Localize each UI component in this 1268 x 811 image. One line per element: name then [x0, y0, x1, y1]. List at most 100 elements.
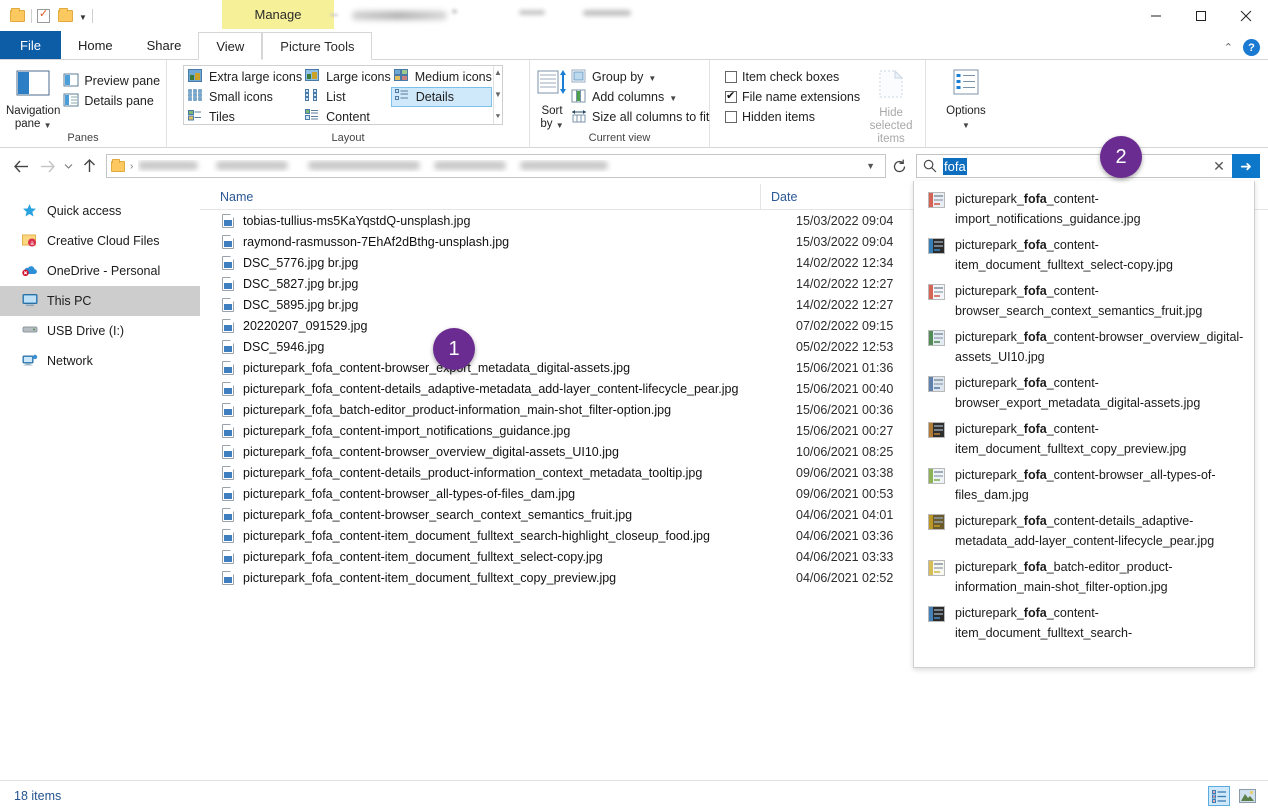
list-item[interactable]: picturepark_fofa_content-details_adaptiv… — [914, 509, 1254, 555]
back-button[interactable] — [8, 153, 34, 179]
options-button[interactable]: Options ▼ — [932, 65, 1000, 131]
file-name: picturepark_fofa_content-item_document_f… — [243, 549, 603, 564]
list-item[interactable]: picturepark_fofa_content-browser_overvie… — [914, 325, 1254, 371]
item-check-boxes-option[interactable]: Item check boxes — [722, 67, 863, 87]
layout-details-label: Details — [415, 90, 454, 104]
address-dropdown-icon[interactable]: ▼ — [860, 161, 881, 171]
details-icon — [394, 89, 411, 105]
layout-gallery-scrollbar[interactable]: ▲ ▼ ⯆ — [492, 66, 502, 124]
group-by-caret-icon[interactable]: ▼ — [648, 74, 656, 83]
help-icon[interactable]: ? — [1243, 39, 1260, 56]
star-icon — [22, 203, 38, 219]
address-path-redacted — [138, 160, 860, 172]
usb-drive-icon — [22, 323, 38, 339]
layout-list[interactable]: List — [302, 87, 391, 107]
list-item[interactable]: picturepark_fofa_content-browser_all-typ… — [914, 463, 1254, 509]
ribbon-tabs: File Home Share View Picture Tools ⌃ ? — [0, 31, 1268, 60]
layout-extra-large-icons[interactable]: Extra large icons — [185, 67, 302, 87]
layout-large-icons[interactable]: Large icons — [302, 67, 391, 87]
scroll-down-icon[interactable]: ▼ — [494, 90, 502, 99]
refresh-button[interactable] — [886, 153, 912, 179]
tab-picture-tools[interactable]: Picture Tools — [262, 32, 373, 60]
hide-selected-items-icon — [874, 68, 908, 104]
sidebar-item-usb-drive[interactable]: USB Drive (I:) — [0, 316, 200, 346]
hide-selected-items-label: Hide selected items — [869, 107, 913, 145]
file-name-extensions-checkbox[interactable] — [725, 89, 737, 103]
up-button[interactable] — [76, 153, 102, 179]
group-by-button[interactable]: Group by ▼ — [568, 67, 712, 87]
quick-access-toolbar: ▼ — [0, 0, 93, 32]
image-thumb-icon — [928, 238, 945, 254]
forward-button[interactable] — [34, 153, 60, 179]
hidden-items-option[interactable]: Hidden items — [722, 107, 863, 127]
sort-by-button[interactable]: Sort by ▼ — [536, 65, 568, 131]
maximize-icon[interactable] — [1178, 0, 1223, 32]
search-input[interactable]: fofa — [943, 157, 1206, 175]
sidebar-item-creative-cloud-files[interactable]: a Creative Cloud Files — [0, 226, 200, 256]
list-item[interactable]: picturepark_fofa_content-item_document_f… — [914, 233, 1254, 279]
layout-content[interactable]: Content — [302, 107, 391, 127]
list-item[interactable]: picturepark_fofa_content-import_notifica… — [914, 187, 1254, 233]
layout-tiles[interactable]: Tiles — [185, 107, 302, 127]
close-icon[interactable] — [1223, 0, 1268, 32]
layout-medium-icons-label: Medium icons — [414, 70, 492, 84]
tab-view[interactable]: View — [198, 32, 263, 60]
ribbon-group-options-label — [926, 131, 1006, 148]
scroll-more-icon[interactable]: ⯆ — [495, 112, 501, 122]
file-name: picturepark_fofa_content-browser_all-typ… — [243, 486, 576, 501]
sidebar-item-this-pc-label: This PC — [47, 294, 92, 308]
list-item[interactable]: picturepark_fofa_content-browser_search_… — [914, 279, 1254, 325]
hidden-items-checkbox[interactable] — [725, 111, 737, 123]
layout-small-icons[interactable]: Small icons — [185, 87, 302, 107]
list-item[interactable]: picturepark_fofa_content-item_document_f… — [914, 417, 1254, 463]
sidebar-item-this-pc[interactable]: This PC — [0, 286, 200, 316]
large-icons-icon — [305, 69, 321, 85]
add-columns-button[interactable]: Add columns ▼ — [568, 87, 712, 107]
jpg-file-icon — [222, 213, 234, 228]
image-thumb-icon — [928, 330, 945, 346]
folder-icon[interactable] — [10, 8, 26, 24]
size-all-columns-button[interactable]: Size all columns to fit — [568, 107, 712, 127]
details-pane-button[interactable]: Details pane — [60, 91, 163, 111]
item-count-label: 18 items — [14, 789, 62, 803]
address-input[interactable]: › ▼ — [106, 154, 886, 178]
add-columns-caret-icon[interactable]: ▼ — [669, 94, 677, 103]
sidebar-item-network[interactable]: Network — [0, 346, 200, 376]
tab-share[interactable]: Share — [130, 31, 199, 59]
search-go-button[interactable]: ➜ — [1232, 154, 1260, 178]
scroll-up-icon[interactable]: ▲ — [494, 68, 502, 77]
column-header-name[interactable]: Name — [200, 190, 760, 204]
tab-file[interactable]: File — [0, 31, 61, 59]
layout-extra-large-icons-label: Extra large icons — [209, 70, 303, 84]
options-label: Options — [946, 105, 986, 117]
details-view-button[interactable] — [1208, 786, 1230, 806]
large-icons-view-button[interactable] — [1236, 786, 1258, 806]
search-clear-icon[interactable]: ✕ — [1206, 158, 1232, 175]
sidebar-item-onedrive-personal[interactable]: OneDrive - Personal — [0, 256, 200, 286]
minimize-icon[interactable] — [1133, 0, 1178, 32]
search-box[interactable]: fofa ✕ ➜ — [916, 154, 1260, 178]
options-caret-icon[interactable]: ▼ — [962, 119, 970, 132]
customize-caret-icon[interactable]: ▼ — [79, 14, 87, 22]
item-check-boxes-checkbox[interactable] — [725, 71, 737, 83]
list-item[interactable]: picturepark_fofa_content-item_document_f… — [914, 601, 1254, 647]
layout-details[interactable]: Details — [390, 87, 492, 107]
file-name-extensions-option[interactable]: File name extensions — [722, 87, 863, 107]
list-item[interactable]: picturepark_fofa_content-browser_export_… — [914, 371, 1254, 417]
image-thumb-icon — [928, 514, 945, 530]
navigation-pane-button[interactable]: Navigation pane ▼ — [6, 65, 60, 131]
suggestion-text: picturepark_fofa_content-browser_export_… — [955, 376, 1201, 410]
collapse-ribbon-icon[interactable]: ⌃ — [1224, 41, 1233, 54]
preview-pane-button[interactable]: Preview pane — [60, 71, 163, 91]
window-title-redacted — [330, 4, 631, 26]
recent-locations-icon[interactable] — [60, 153, 76, 179]
list-item[interactable]: picturepark_fofa_batch-editor_product-in… — [914, 555, 1254, 601]
properties-icon[interactable] — [37, 7, 53, 24]
navigation-pane-label: Navigation pane ▼ — [6, 105, 61, 130]
layout-medium-icons[interactable]: Medium icons — [391, 67, 492, 87]
sidebar-item-quick-access[interactable]: Quick access — [0, 196, 200, 226]
ribbon-right-controls: ⌃ ? — [1224, 39, 1260, 56]
tab-home[interactable]: Home — [61, 31, 130, 59]
list-icon — [305, 89, 321, 105]
new-folder-icon[interactable] — [58, 8, 74, 24]
